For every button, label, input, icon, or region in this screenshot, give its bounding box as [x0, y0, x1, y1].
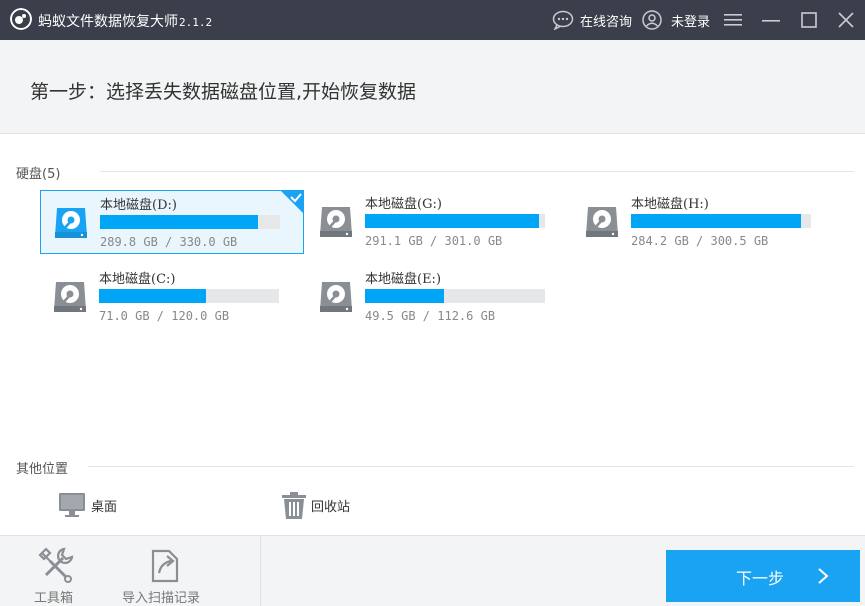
- desktop-location[interactable]: 桌面: [91, 496, 117, 515]
- disk-usage-fill: [631, 214, 801, 228]
- disk-card[interactable]: 本地磁盘(D:) 289.8 GB / 330.0 GB: [40, 190, 304, 254]
- login-status-link[interactable]: 未登录: [671, 10, 710, 30]
- hard-disk-icon: [53, 206, 89, 240]
- checkmark-icon: [280, 190, 304, 214]
- trash-icon[interactable]: [279, 490, 309, 520]
- other-section-divider: [88, 466, 854, 467]
- disk-usage-bar: [365, 214, 545, 228]
- online-consult-link[interactable]: 在线咨询: [580, 10, 632, 30]
- chat-icon[interactable]: [552, 10, 574, 30]
- disk-card[interactable]: 本地磁盘(E:) 49.5 GB / 112.6 GB: [306, 265, 570, 329]
- app-logo-icon: [10, 8, 32, 30]
- disk-size: 284.2 GB / 300.5 GB: [631, 234, 768, 248]
- disk-card[interactable]: 本地磁盘(G:) 291.1 GB / 301.0 GB: [306, 190, 570, 254]
- disk-usage-bar: [99, 289, 279, 303]
- close-icon[interactable]: [838, 12, 854, 28]
- disks-section-divider: [100, 171, 854, 172]
- disk-usage-fill: [99, 289, 206, 303]
- next-step-label: 下一步: [736, 565, 784, 589]
- disk-name: 本地磁盘(D:): [100, 194, 177, 213]
- import-icon: [145, 545, 185, 585]
- hard-disk-icon: [318, 205, 354, 239]
- maximize-icon[interactable]: [801, 12, 817, 28]
- chevron-right-icon: [816, 567, 830, 585]
- disk-usage-bar: [631, 214, 811, 228]
- other-section-label: 其他位置: [16, 458, 68, 477]
- hard-disk-icon: [584, 205, 620, 239]
- import-scan-record-button[interactable]: 导入扫描记录: [120, 536, 210, 606]
- disk-size: 291.1 GB / 301.0 GB: [365, 234, 502, 248]
- footer-divider: [260, 536, 261, 606]
- toolbox-icon: [36, 545, 76, 585]
- disk-size: 49.5 GB / 112.6 GB: [365, 309, 495, 323]
- disk-name: 本地磁盘(E:): [365, 268, 441, 287]
- toolbox-button[interactable]: 工具箱: [22, 536, 92, 606]
- step-title: 第一步：选择丢失数据磁盘位置,开始恢复数据: [30, 77, 416, 104]
- disk-name: 本地磁盘(H:): [631, 193, 709, 212]
- toolbox-label: 工具箱: [34, 587, 73, 606]
- app-title: 蚂蚁文件数据恢复大师2.1.2: [38, 11, 212, 31]
- disk-name: 本地磁盘(G:): [365, 193, 442, 212]
- disk-card[interactable]: 本地磁盘(H:) 284.2 GB / 300.5 GB: [572, 190, 836, 254]
- disk-usage-bar: [365, 289, 545, 303]
- disk-size: 289.8 GB / 330.0 GB: [100, 235, 237, 249]
- disk-name: 本地磁盘(C:): [99, 268, 175, 287]
- disk-usage-fill: [365, 289, 444, 303]
- disk-size: 71.0 GB / 120.0 GB: [99, 309, 229, 323]
- hard-disk-icon: [318, 280, 354, 314]
- user-icon[interactable]: [642, 10, 662, 30]
- disk-usage-fill: [365, 214, 539, 228]
- import-scan-record-label: 导入扫描记录: [122, 587, 200, 606]
- hard-disk-icon: [52, 280, 88, 314]
- step-header: 第一步：选择丢失数据磁盘位置,开始恢复数据: [0, 40, 865, 134]
- disks-section-label: 硬盘(5): [16, 163, 60, 182]
- disk-card[interactable]: 本地磁盘(C:) 71.0 GB / 120.0 GB: [40, 265, 304, 329]
- title-bar: 蚂蚁文件数据恢复大师2.1.2 在线咨询 未登录: [0, 0, 865, 40]
- recycle-bin-location[interactable]: 回收站: [311, 496, 350, 515]
- monitor-icon[interactable]: [57, 490, 87, 520]
- disk-usage-fill: [100, 215, 258, 229]
- menu-icon[interactable]: [724, 12, 742, 28]
- next-step-button[interactable]: 下一步: [666, 550, 860, 602]
- app-version: 2.1.2: [179, 16, 212, 29]
- minimize-icon[interactable]: [762, 12, 780, 28]
- app-name: 蚂蚁文件数据恢复大师: [38, 14, 178, 30]
- disk-usage-bar: [100, 215, 280, 229]
